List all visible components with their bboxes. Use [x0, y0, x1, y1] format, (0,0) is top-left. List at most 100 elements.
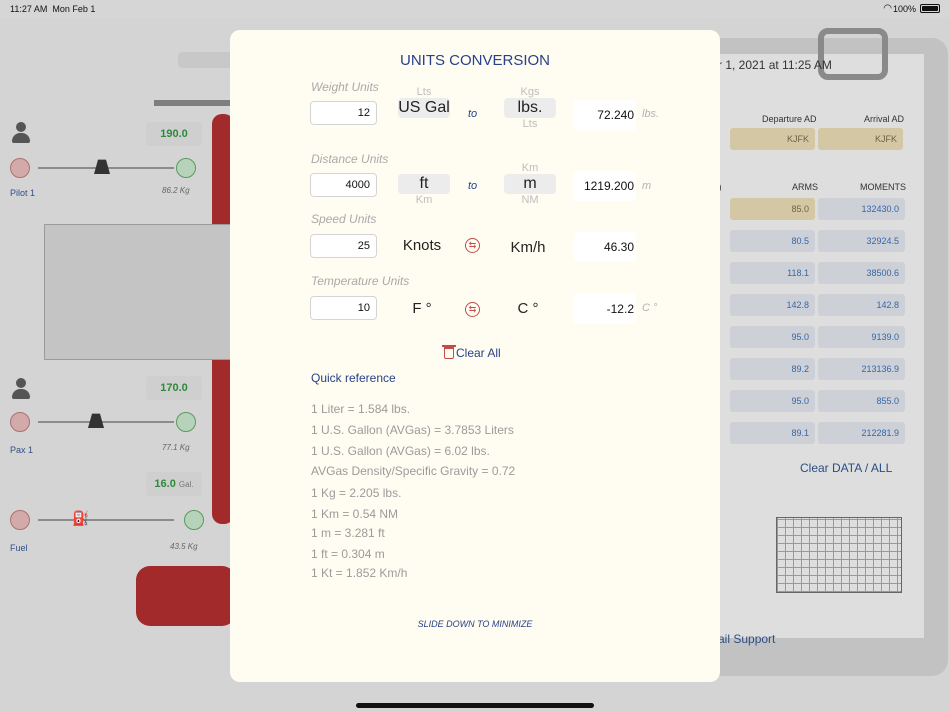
person-icon [12, 122, 30, 144]
moment-cell: 32924.5 [818, 230, 905, 252]
clear-all-button[interactable]: Clear All [442, 345, 501, 360]
weight-from-selected: US Gal [398, 98, 450, 118]
units-conversion-modal: UNITS CONVERSION Weight Units Lts US Gal… [230, 30, 720, 682]
fuel-minus-button[interactable] [10, 510, 30, 530]
reference-item: 1 Kt = 1.852 Km/h [311, 566, 408, 580]
temperature-to-unit: C ° [517, 300, 539, 317]
distance-to-selected: m [504, 174, 556, 194]
swap-icon[interactable]: ⇆ [465, 238, 480, 253]
distance-result: 1219.200 [574, 171, 636, 201]
arm-cell: 142.8 [730, 294, 815, 316]
weight-to-label: to [468, 108, 478, 120]
fuel-slider[interactable] [38, 519, 174, 521]
arms-header: ARMS [792, 182, 819, 192]
arrival-header: Arrival AD [864, 114, 905, 124]
moments-header: MOMENTS [860, 182, 906, 192]
reference-item: 1 Liter = 1.584 lbs. [311, 402, 411, 416]
weight-result-unit: lbs. [642, 108, 660, 120]
wifi-icon: ◠ [883, 3, 892, 14]
status-time: 11:27 AM Mon Feb 1 [10, 4, 96, 14]
fuel-nozzle-icon[interactable]: ⛽ [72, 510, 100, 532]
pilot-label: Pilot 1 [10, 188, 36, 198]
clear-data-button[interactable]: Clear DATA / ALL [800, 461, 892, 475]
reference-item: AVGas Density/Specific Gravity = 0.72 [311, 464, 516, 478]
pax-kg: 77.1 Kg [162, 443, 190, 452]
weight-to-picker[interactable]: Kgs lbs. Lts [504, 86, 556, 130]
pax-label: Pax 1 [10, 445, 34, 455]
moment-cell: 855.0 [818, 390, 905, 412]
speed-to-unit: Km/h [510, 239, 546, 256]
temperature-input[interactable] [310, 296, 377, 320]
weight-to-selected: lbs. [504, 98, 556, 118]
reference-item: 1 ft = 0.304 m [311, 547, 385, 561]
speed-from-unit: Knots [402, 237, 442, 254]
slide-down-hint[interactable]: SLIDE DOWN TO MINIMIZE [230, 619, 720, 629]
departure-ad[interactable]: KJFK [730, 128, 815, 150]
arm-cell: 118.1 [730, 262, 815, 284]
pilot-kg: 86.2 Kg [162, 186, 190, 195]
reference-item: 1 Kg = 2.205 lbs. [311, 486, 402, 500]
distance-from-selected: ft [398, 174, 450, 194]
fuel-label: Fuel [10, 543, 28, 553]
pax-weight: 170.0 [146, 376, 202, 400]
trash-icon [442, 345, 456, 359]
aircraft-cabin [44, 224, 234, 360]
quick-reference-heading: Quick reference [311, 371, 396, 385]
arm-cell[interactable]: 85.0 [730, 198, 815, 220]
fuel-amount: 16.0 Gal. [146, 472, 202, 496]
arm-cell: 95.0 [730, 390, 815, 412]
arm-cell: 80.5 [730, 230, 815, 252]
temperature-units-label: Temperature Units [311, 274, 410, 288]
arm-cell: 95.0 [730, 326, 815, 348]
temperature-result-unit: C ° [642, 302, 658, 314]
departure-header: Departure AD [762, 114, 817, 124]
sheet-date: r 1, 2021 at 11:25 AM [718, 58, 832, 72]
reference-item: 1 Km = 0.54 NM [311, 507, 399, 521]
distance-to-label: to [468, 180, 478, 192]
moment-cell: 212281.9 [818, 422, 905, 444]
temperature-result: -12.2 [574, 294, 636, 324]
wing-shape [154, 100, 234, 106]
moment-cell: 142.8 [818, 294, 905, 316]
weight-icon[interactable] [94, 159, 110, 174]
weight-icon[interactable] [88, 413, 104, 428]
moment-cell: 9139.0 [818, 326, 905, 348]
home-indicator[interactable] [356, 703, 594, 708]
distance-input[interactable] [310, 173, 377, 197]
distance-to-picker[interactable]: Km m NM [504, 162, 556, 206]
modal-title: UNITS CONVERSION [399, 52, 550, 69]
email-support-link[interactable]: ail Support [718, 632, 775, 646]
weight-input[interactable] [310, 101, 377, 125]
clear-all-label: Clear All [456, 346, 501, 360]
reference-item: 1 m = 3.281 ft [311, 526, 385, 540]
weight-from-picker[interactable]: Lts US Gal [398, 86, 450, 128]
fuel-kg: 43.5 Kg [170, 542, 198, 551]
speed-input[interactable] [310, 234, 377, 258]
background-tab [178, 52, 238, 68]
reference-item: 1 U.S. Gallon (AVGas) = 3.7853 Liters [311, 423, 514, 437]
weight-units-label: Weight Units [311, 80, 379, 94]
group-icon [12, 378, 30, 400]
distance-from-picker[interactable]: ft Km [398, 164, 450, 206]
pax-plus-button[interactable] [176, 412, 196, 432]
temperature-from-unit: F ° [412, 300, 432, 317]
swap-icon[interactable]: ⇆ [465, 302, 480, 317]
distance-result-unit: m [642, 180, 652, 192]
pilot-plus-button[interactable] [176, 158, 196, 178]
cg-envelope-graph [776, 517, 902, 593]
battery-icon [920, 4, 940, 13]
moment-cell: 38500.6 [818, 262, 905, 284]
arrival-ad[interactable]: KJFK [818, 128, 903, 150]
pax-slider[interactable] [38, 421, 174, 423]
battery-level: 100% [892, 4, 916, 14]
fuel-plus-button[interactable] [184, 510, 204, 530]
clipboard-clip [818, 28, 888, 80]
moment-cell: 132430.0 [818, 198, 905, 220]
arm-cell: 89.2 [730, 358, 815, 380]
moment-cell: 213136.9 [818, 358, 905, 380]
pilot-minus-button[interactable] [10, 158, 30, 178]
pilot-weight: 190.0 [146, 122, 202, 146]
pax-minus-button[interactable] [10, 412, 30, 432]
arm-cell: 89.1 [730, 422, 815, 444]
reference-item: 1 U.S. Gallon (AVGas) = 6.02 lbs. [311, 444, 490, 458]
